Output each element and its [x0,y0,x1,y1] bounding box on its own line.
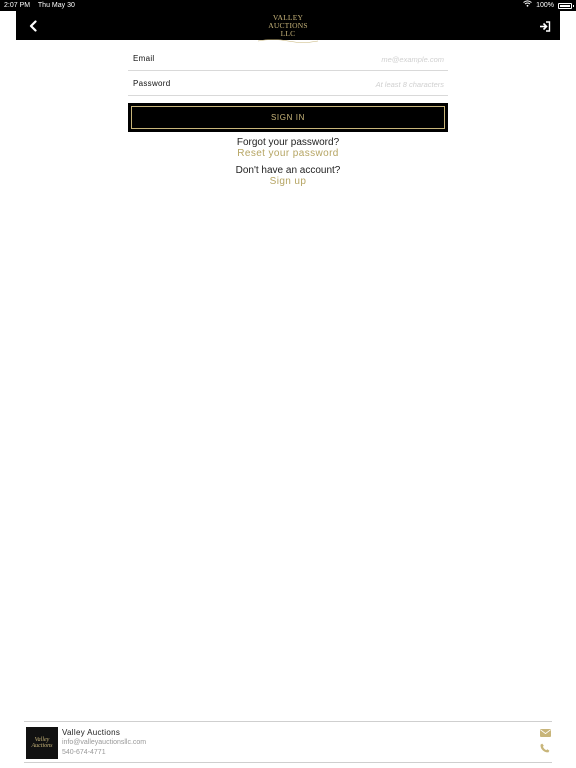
logo-line1: VALLEY AUCTIONS [268,13,308,30]
sign-in-button[interactable]: SIGN IN [128,103,448,132]
forgot-password-text: Forgot your password? [236,137,340,148]
top-navbar: VALLEY AUCTIONS LLC [16,11,560,43]
sign-in-button-label: SIGN IN [271,113,305,122]
status-time: 2:07 PM [4,2,31,9]
back-button[interactable] [22,15,44,37]
logo-flourish [257,39,319,43]
footer-phone[interactable]: 540-674-4771 [62,749,106,756]
footer-logo-text: Valley Auctions [31,737,53,749]
phone-icon [540,743,550,753]
email-label: Email [133,53,155,63]
status-date: Thu May 30 [37,2,75,9]
signin-nav-button[interactable] [534,15,556,37]
signin-form: Email Password SIGN IN [128,46,448,132]
wifi-icon [523,0,532,11]
phone-contact-button[interactable] [538,742,552,754]
battery-icon [558,2,574,9]
password-label: Password [133,78,171,88]
password-row: Password [128,71,448,96]
email-row: Email [128,46,448,71]
envelope-icon [539,729,551,737]
password-field[interactable] [244,76,444,92]
footer-email[interactable]: info@valleyauctionsllc.com [62,739,146,746]
reset-password-link[interactable]: Reset your password [237,148,339,159]
battery-percent: 100% [536,2,554,9]
footer-company-name: Valley Auctions [62,728,121,737]
status-right: 100% [523,0,574,11]
no-account-text: Don't have an account? [235,165,341,176]
chevron-left-icon [29,20,37,32]
sign-in-icon [540,20,551,32]
email-contact-button[interactable] [538,727,552,739]
email-field[interactable] [244,51,444,67]
account-links: Forgot your password? Reset your passwor… [0,137,576,187]
status-bar: 2:07 PM Thu May 30 100% [0,0,576,11]
logo-line2: LLC [280,29,296,38]
footer-logo: Valley Auctions [26,727,58,759]
sign-up-link[interactable]: Sign up [270,176,307,187]
status-left: 2:07 PM Thu May 30 [4,0,81,11]
footer-contact: Valley Auctions Valley Auctions info@val… [24,721,552,763]
brand-logo: VALLEY AUCTIONS LLC [253,13,323,43]
